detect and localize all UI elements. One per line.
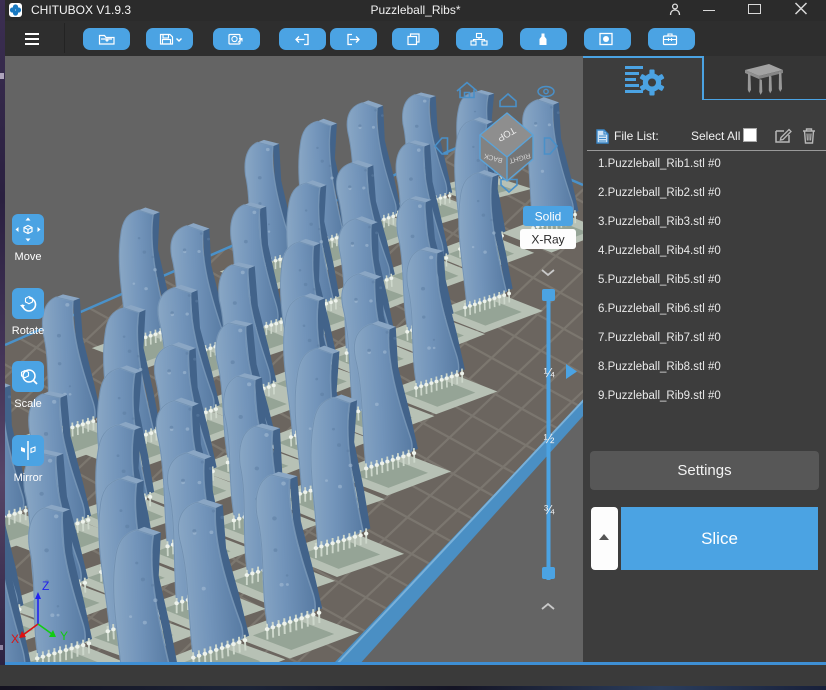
svg-text:Z: Z — [42, 579, 49, 593]
svg-text:¼: ¼ — [544, 365, 555, 380]
svg-text:X-Ray: X-Ray — [531, 233, 564, 247]
svg-text:½: ½ — [544, 431, 555, 446]
svg-text:Y: Y — [60, 629, 68, 643]
svg-text:¾: ¾ — [544, 502, 555, 517]
svg-text:Solid: Solid — [535, 210, 562, 224]
svg-text:X: X — [11, 632, 19, 646]
